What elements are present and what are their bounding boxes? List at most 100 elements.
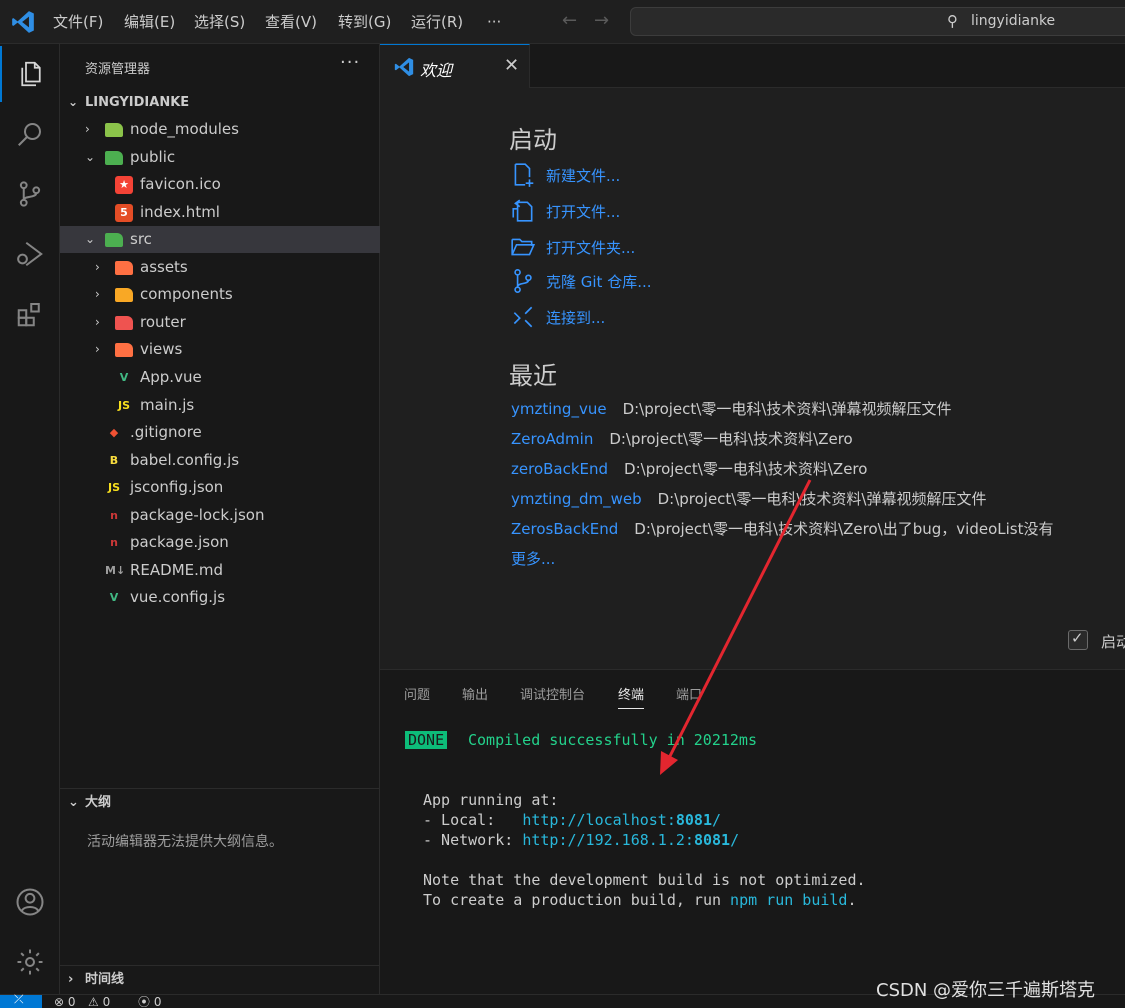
menu-view[interactable]: 查看(V) <box>265 0 317 44</box>
menu-more[interactable]: ··· <box>487 0 501 44</box>
git-branch-icon <box>514 269 532 293</box>
tree-item[interactable]: JS main.js <box>60 392 380 419</box>
local-url-port: 8081 <box>675 811 712 829</box>
recent-item[interactable]: zeroBackEnd D:\project\零一电科\技术资料\Zero <box>511 458 867 479</box>
recent-item-path: D:\project\零一电科\技术资料\Zero <box>624 460 868 478</box>
tree-item-label: .gitignore <box>130 423 202 442</box>
node-folder-icon <box>105 123 123 137</box>
open-folder-icon <box>511 238 536 256</box>
tree-item[interactable]: JS jsconfig.json <box>60 474 380 501</box>
tree-item[interactable]: M↓ README.md <box>60 557 380 584</box>
editor-area: 欢迎 ✕ 启动 新建文件... 打开文件... 打开文件夹... 克隆 Git … <box>380 44 1125 669</box>
local-label: - Local: <box>423 811 523 829</box>
vue-icon: V <box>119 370 129 384</box>
local-url-slash: / <box>712 811 722 829</box>
tree-item[interactable]: ⌄ public <box>60 144 380 171</box>
recent-item-name[interactable]: ymzting_dm_web <box>511 490 642 508</box>
tree-item[interactable]: ★ favicon.ico <box>60 171 380 198</box>
error-count[interactable]: ⊗ 0 <box>54 995 76 1008</box>
recent-heading: 最近 <box>509 362 557 390</box>
components-folder-icon <box>115 288 133 303</box>
recent-item[interactable]: ZerosBackEnd D:\project\零一电科\技术资料\Zero\出了… <box>511 518 1053 539</box>
vscode-logo-icon <box>394 57 414 77</box>
tree-item[interactable]: › assets <box>60 254 380 281</box>
network-label: - Network: <box>423 831 523 849</box>
workspace-root[interactable]: ⌄ LINGYIDIANKE <box>60 89 380 116</box>
chevron-right-icon: › <box>95 259 100 274</box>
account-icon[interactable] <box>0 874 60 930</box>
search-icon: ⚲ <box>947 12 958 30</box>
tab-output[interactable]: 输出 <box>462 684 488 703</box>
tree-item[interactable]: Vvue.config.js <box>60 584 380 611</box>
more-recent-link[interactable]: 更多... <box>511 548 555 569</box>
tree-item[interactable]: V App.vue <box>60 364 380 391</box>
tree-item[interactable]: › node_modules <box>60 116 380 143</box>
recent-item[interactable]: ZeroAdmin D:\project\零一电科\技术资料\Zero <box>511 428 853 449</box>
network-url-port: 8081 <box>693 831 731 849</box>
command-center-search[interactable]: ⚲ lingyidianke <box>630 7 1125 36</box>
tree-item[interactable]: n package-lock.json <box>60 502 380 529</box>
source-control-icon[interactable] <box>0 166 60 222</box>
run-debug-icon[interactable] <box>0 226 60 282</box>
src-folder-icon <box>105 233 123 248</box>
tree-item-label: views <box>140 340 183 359</box>
html5-icon: 5 <box>115 203 133 222</box>
ports-count[interactable]: ⦿ 0 <box>138 995 161 1008</box>
tree-item-label: index.html <box>140 202 220 221</box>
recent-item-name[interactable]: ZerosBackEnd <box>511 520 618 538</box>
tree-item-label: favicon.ico <box>140 175 221 194</box>
chevron-right-icon: › <box>85 122 90 136</box>
menu-go[interactable]: 转到(G) <box>338 0 391 44</box>
menu-file[interactable]: 文件(F) <box>53 0 103 44</box>
chevron-right-icon: › <box>95 287 100 302</box>
tree-item-label: assets <box>140 257 188 276</box>
network-url[interactable]: http://192.168.1.2:8081/ <box>522 831 739 849</box>
recent-item-name[interactable]: ZeroAdmin <box>511 430 593 448</box>
nav-back-icon[interactable]: ← <box>562 10 577 31</box>
settings-gear-icon[interactable] <box>0 934 60 990</box>
recent-item-path: D:\project\零一电科\技术资料\Zero <box>609 430 853 448</box>
explorer-more-actions[interactable]: ··· <box>340 52 360 73</box>
tab-welcome[interactable]: 欢迎 ✕ <box>380 44 530 88</box>
tree-item[interactable]: › components <box>60 281 380 308</box>
app-running-text: App running at: <box>423 791 559 809</box>
ports-count-value: 0 <box>153 995 162 1008</box>
extensions-icon[interactable] <box>0 286 60 342</box>
menu-selection[interactable]: 选择(S) <box>194 0 245 44</box>
recent-item[interactable]: ymzting_dm_web D:\project\零一电科\技术资料\弹幕视频解… <box>511 488 986 509</box>
menu-run[interactable]: 运行(R) <box>411 0 463 44</box>
checkmark-icon: ✓ <box>1071 629 1084 647</box>
recent-item[interactable]: ymzting_vue D:\project\零一电科\技术资料\弹幕视频解压文件 <box>511 398 951 419</box>
outline-message: 活动编辑器无法提供大纲信息。 <box>87 834 283 850</box>
recent-item-name[interactable]: zeroBackEnd <box>511 460 608 478</box>
tree-item-label: src <box>130 230 152 249</box>
explorer-title: 资源管理器 <box>85 62 151 77</box>
warning-count[interactable]: ⚠ 0 <box>88 995 110 1008</box>
startup-checkbox[interactable]: ✓ <box>1068 629 1088 650</box>
tree-item-label: package-lock.json <box>130 505 265 524</box>
tree-item[interactable]: › router <box>60 309 380 336</box>
search-view-icon[interactable] <box>0 106 60 162</box>
tree-item[interactable]: ◆ .gitignore <box>60 419 380 446</box>
tree-item[interactable]: 5 index.html <box>60 199 380 226</box>
local-url[interactable]: http://localhost:8081/ <box>522 811 721 829</box>
timeline-section[interactable]: › 时间线 <box>60 965 380 993</box>
tree-item[interactable]: Bbabel.config.js <box>60 447 380 474</box>
tree-item[interactable]: › views <box>60 336 380 363</box>
tree-item[interactable]: n package.json <box>60 529 380 556</box>
clone-git-label: 克隆 Git 仓库... <box>546 273 652 291</box>
remote-indicator[interactable]: ⤫ <box>0 992 42 1008</box>
tree-item[interactable]: ⌄ src <box>60 226 380 254</box>
menu-edit[interactable]: 编辑(E) <box>124 0 175 44</box>
js-icon: JS <box>107 481 120 495</box>
tab-debug-console[interactable]: 调试控制台 <box>520 684 585 703</box>
local-url-line: - Local: http://localhost:8081/ <box>423 811 721 829</box>
close-icon[interactable]: ✕ <box>504 55 519 76</box>
tab-problems[interactable]: 问题 <box>404 684 430 703</box>
outline-section[interactable]: ⌄ 大纲 <box>60 788 380 816</box>
tab-ports[interactable]: 端口 <box>676 684 702 703</box>
nav-forward-icon[interactable]: → <box>594 10 609 31</box>
explorer-icon[interactable] <box>0 46 60 102</box>
recent-item-name[interactable]: ymzting_vue <box>511 400 607 418</box>
tab-terminal[interactable]: 终端 <box>618 684 645 709</box>
